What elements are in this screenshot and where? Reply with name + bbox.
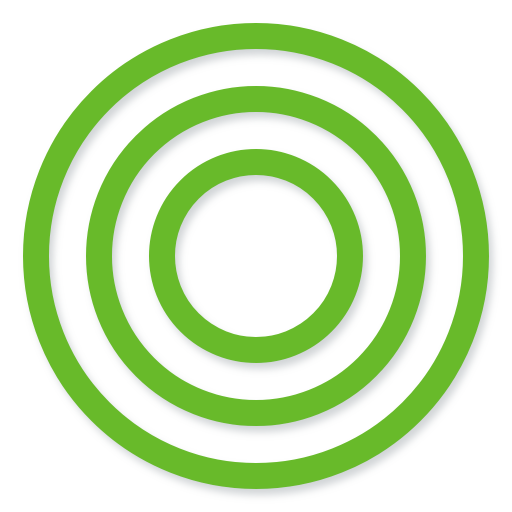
ring-middle (86, 86, 426, 426)
icon-canvas (0, 0, 512, 512)
rings-group (23, 23, 489, 489)
concentric-rings-icon (23, 23, 489, 489)
ring-inner (149, 149, 363, 363)
